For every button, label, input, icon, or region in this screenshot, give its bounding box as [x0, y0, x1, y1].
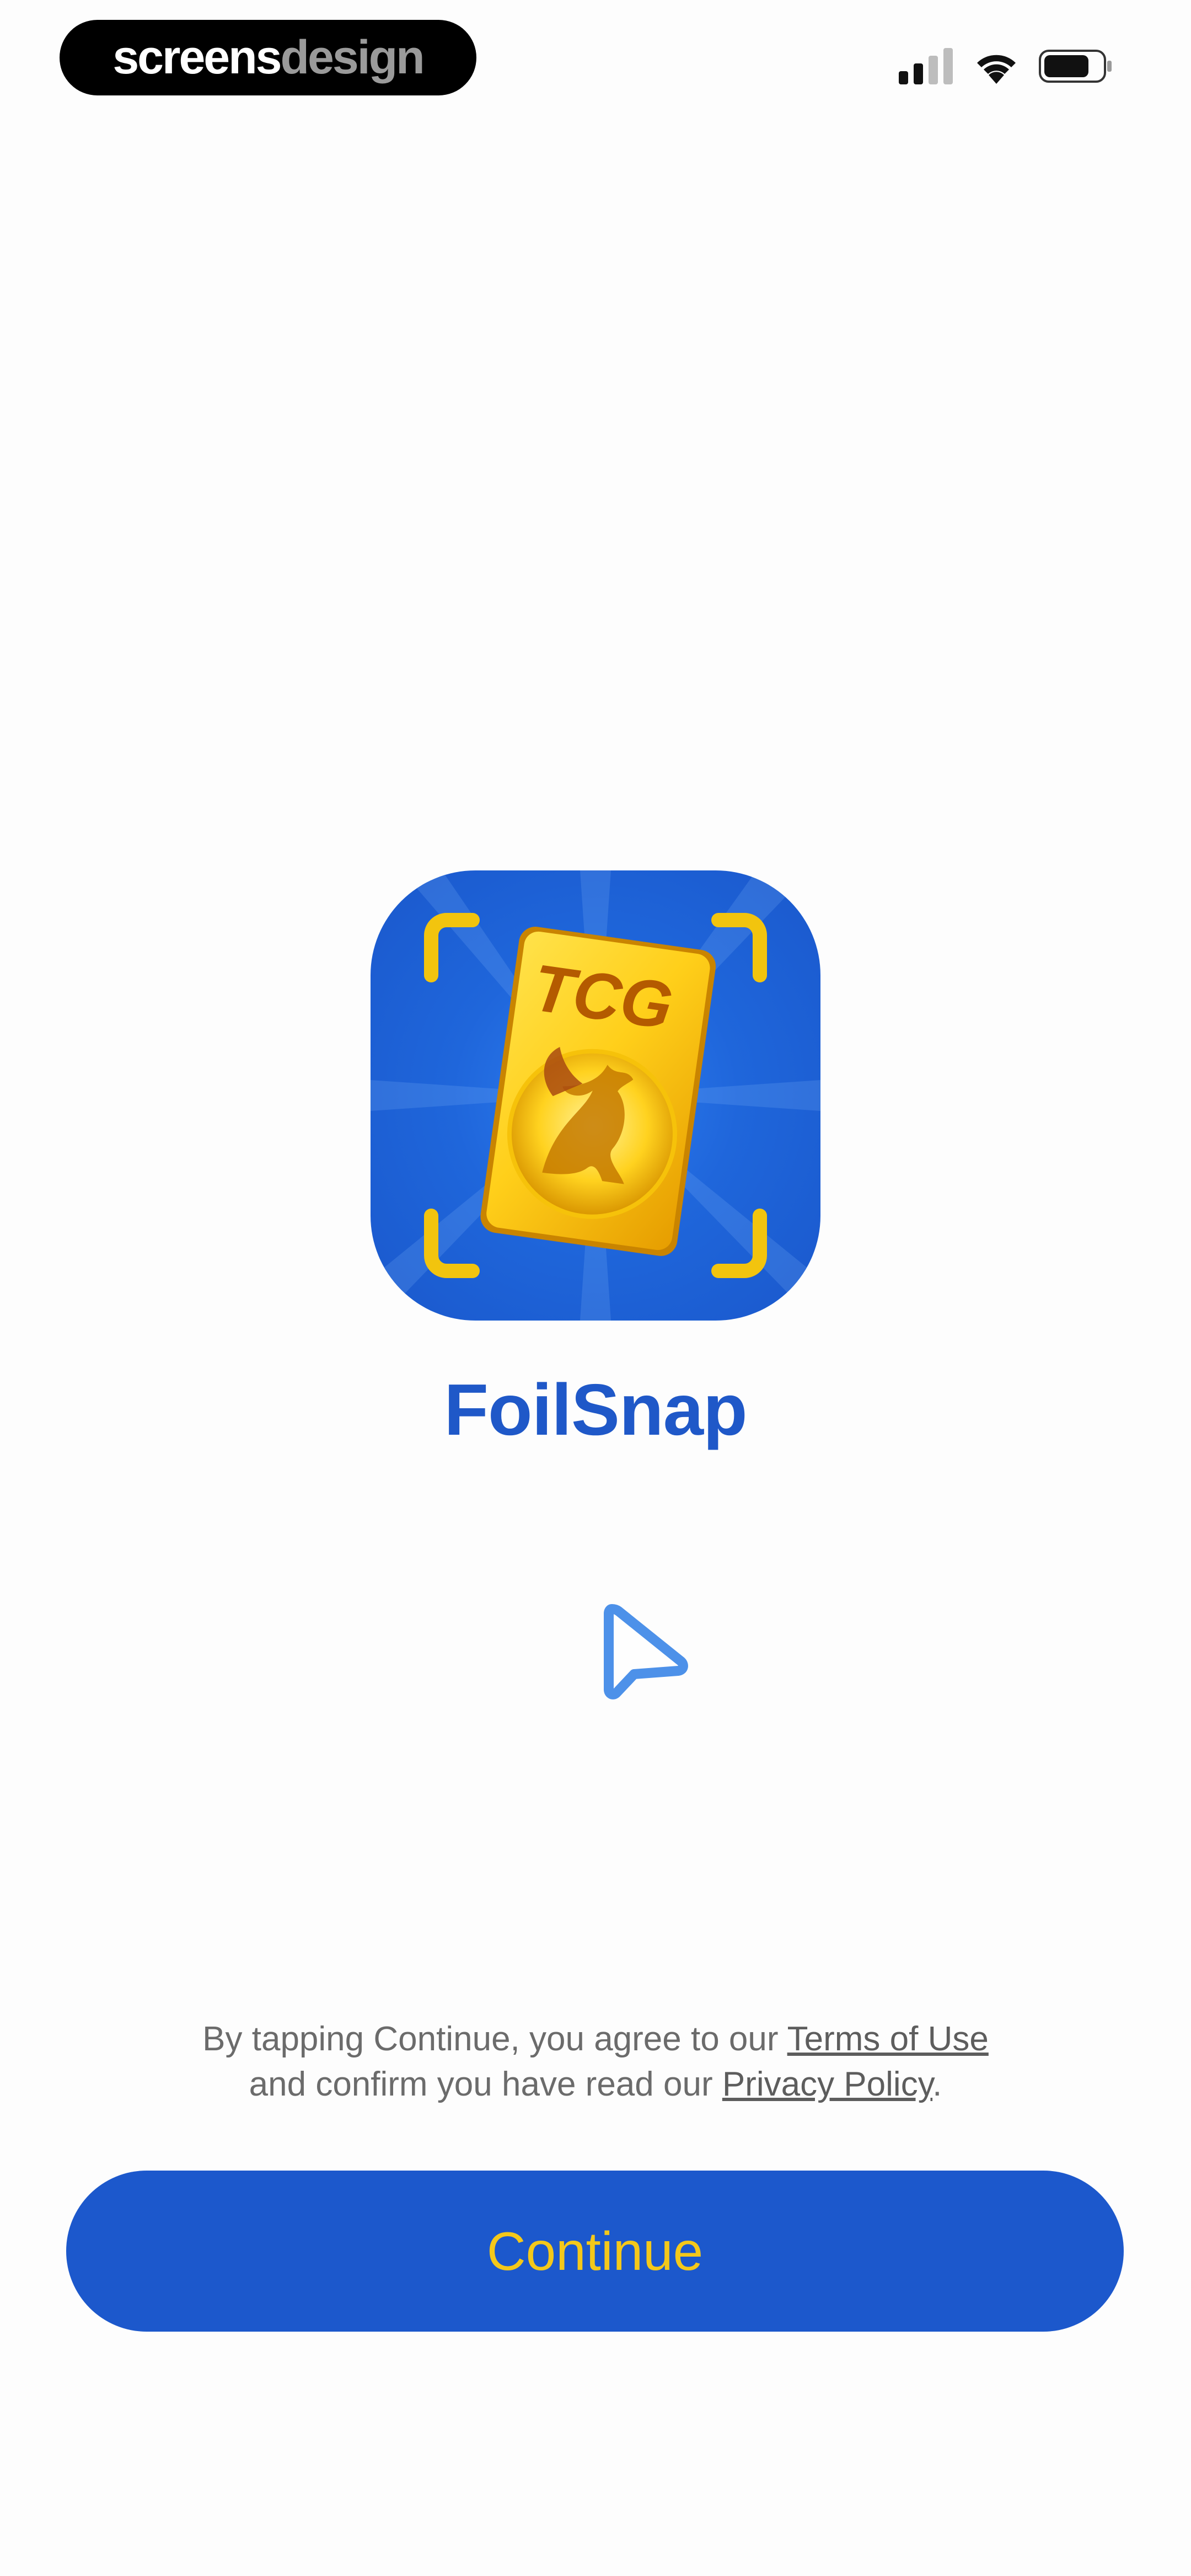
legal-line-1: By tapping Continue, you agree to our Te… — [0, 2017, 1191, 2062]
watermark-part-2: design — [280, 31, 425, 84]
terms-of-use-link[interactable]: Terms of Use — [787, 2020, 989, 2058]
foilsnap-app-icon: TCG — [371, 870, 820, 1321]
battery-icon — [1039, 50, 1112, 83]
legal-line-2: and confirm you have read our Privacy Po… — [0, 2062, 1191, 2107]
legal-line-2-text: and confirm you have read our — [249, 2065, 722, 2103]
cellular-signal-icon — [899, 48, 953, 84]
legal-notice: By tapping Continue, you agree to our Te… — [0, 2017, 1191, 2107]
continue-button[interactable]: Continue — [66, 2171, 1124, 2332]
screensdesign-watermark: screens design — [60, 20, 476, 95]
legal-line-1-text: By tapping Continue, you agree to our — [202, 2020, 787, 2058]
onboarding-screen: screens design TCG FoilSnap By tapping C… — [0, 0, 1191, 2576]
continue-button-label: Continue — [486, 2220, 704, 2281]
status-bar — [899, 44, 1114, 88]
pointer-cursor-icon — [604, 1604, 688, 1699]
legal-line-2-suffix: . — [932, 2065, 942, 2103]
watermark-part-1: screens — [112, 31, 282, 84]
privacy-policy-link[interactable]: Privacy Policy — [722, 2065, 932, 2103]
app-name: FoilSnap — [444, 1369, 747, 1450]
wifi-icon — [977, 55, 1016, 84]
